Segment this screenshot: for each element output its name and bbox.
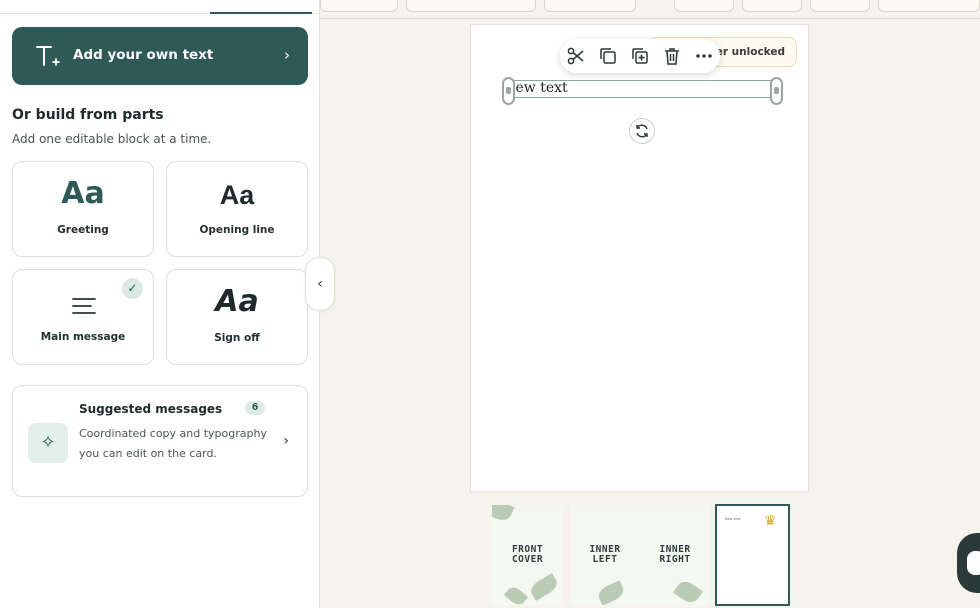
toolbar-button[interactable]: [742, 0, 802, 12]
rotate-icon: [636, 124, 648, 138]
active-tab-indicator: [210, 12, 312, 14]
section-title: Or build from parts: [12, 107, 164, 123]
leaf-decoration: [492, 505, 515, 524]
floating-text-toolbar: [560, 39, 720, 73]
toolbar-button[interactable]: [320, 0, 398, 12]
collapse-panel-button[interactable]: ‹: [305, 257, 335, 311]
leaf-decoration: [503, 584, 529, 605]
thumbnail-back-page[interactable]: New text: [715, 504, 790, 606]
opening-line-preview: Aa: [219, 180, 255, 210]
leaf-decoration: [595, 580, 627, 605]
chevron-left-icon: ‹: [317, 276, 323, 292]
toolbar-button[interactable]: [674, 0, 734, 12]
part-caption: Main message: [40, 331, 126, 343]
sign-off-preview: Aa: [215, 284, 259, 319]
section-subtitle: Add one editable block at a time.: [12, 132, 212, 146]
align-left-icon: [72, 298, 96, 314]
part-card-greeting[interactable]: Aa Greeting: [12, 161, 154, 257]
check-icon: ✓: [122, 278, 143, 299]
thumbnail-front-cover[interactable]: FRONT COVER: [492, 505, 563, 605]
text-plus-icon: [36, 46, 60, 66]
crown-icon: ♛: [764, 513, 777, 529]
copy-icon[interactable]: [598, 46, 618, 66]
more-horizontal-icon[interactable]: [694, 46, 714, 66]
leaf-decoration: [673, 577, 703, 605]
thumbnail-label-line: COVER: [511, 554, 544, 565]
part-caption: Greeting: [57, 224, 109, 236]
add-your-own-text-button[interactable]: Add your own text ›: [12, 27, 308, 85]
scissors-icon[interactable]: [566, 46, 586, 66]
thumbnail-label-line: LEFT: [592, 554, 618, 565]
top-toolbar: [320, 0, 980, 19]
toolbar-button-group[interactable]: [544, 0, 636, 12]
chevron-right-icon: ›: [283, 433, 289, 449]
part-caption: Opening line: [199, 224, 275, 236]
thumbnail-mini-text: New text: [725, 517, 741, 521]
thumbnail-inner-spread[interactable]: INNER LEFT INNER RIGHT: [570, 505, 710, 605]
suggested-count-badge: 6: [245, 401, 265, 415]
chevron-right-icon: ›: [284, 46, 290, 64]
text-panel: Add your own text › Or build from parts …: [0, 0, 320, 608]
rotate-button[interactable]: [629, 118, 655, 144]
part-card-sign-off[interactable]: Aa Sign off: [166, 269, 308, 365]
greeting-preview: Aa: [61, 176, 105, 211]
chat-help-button[interactable]: [957, 533, 980, 593]
resize-handle-left[interactable]: [502, 77, 515, 105]
suggested-title: Suggested messages: [79, 402, 223, 416]
text-block[interactable]: lew text: [508, 80, 776, 98]
part-caption: Sign off: [214, 332, 260, 344]
unlock-text: ver unlocked: [708, 46, 785, 58]
suggested-messages-card[interactable]: ✧ Suggested messages 6 Coordinated copy …: [12, 385, 308, 497]
toolbar-button-group[interactable]: [878, 0, 980, 12]
suggested-description: Coordinated copy and typography you can …: [79, 427, 267, 460]
part-card-main-message[interactable]: ✓ Main message: [12, 269, 154, 365]
resize-handle-right[interactable]: [770, 77, 783, 105]
thumbnail-label-inner-left: INNER LEFT: [580, 545, 630, 565]
trash-icon[interactable]: [662, 46, 682, 66]
sparkle-icon: ✧: [28, 423, 68, 463]
toolbar-button-group[interactable]: [406, 0, 536, 12]
duplicate-plus-icon[interactable]: [630, 46, 650, 66]
thumbnail-label-inner-right: INNER RIGHT: [650, 545, 700, 565]
toolbar-button[interactable]: [810, 0, 870, 12]
text-block-content[interactable]: lew text: [511, 80, 568, 96]
thumbnail-label: FRONT COVER: [492, 545, 563, 565]
leaf-decoration: [527, 573, 561, 601]
part-card-opening-line[interactable]: Aa Opening line: [166, 161, 308, 257]
thumbnail-label-line: RIGHT: [659, 554, 691, 565]
add-text-label: Add your own text: [73, 47, 214, 63]
